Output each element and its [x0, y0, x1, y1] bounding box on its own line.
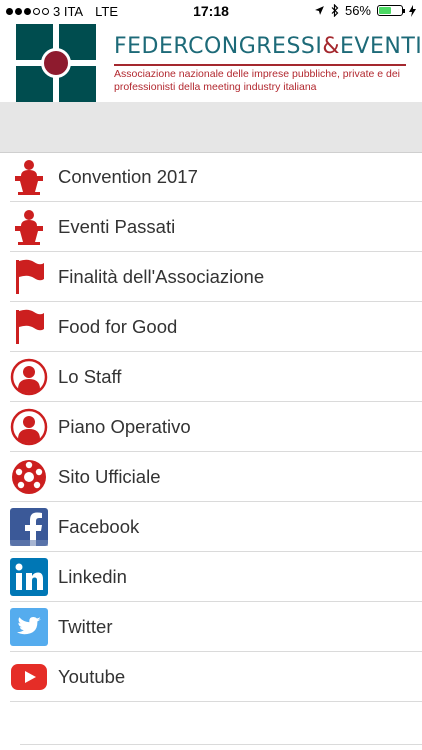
battery-percent: 56%: [344, 3, 371, 18]
menu-item-twitter[interactable]: Twitter: [10, 602, 422, 652]
bottom-divider: [20, 744, 422, 745]
flag-icon: [16, 259, 44, 294]
status-right: 56%: [314, 3, 416, 18]
section-band: [0, 102, 422, 153]
globe-icon: [12, 460, 46, 494]
charging-icon: [409, 4, 416, 17]
menu-item-eventi-passati[interactable]: Eventi Passati: [10, 202, 422, 252]
app-header: FEDERCONGRESSI&EVENTI Associazione nazio…: [0, 22, 422, 102]
menu-item-label: Finalità dell'Associazione: [58, 266, 265, 287]
linkedin-icon: [10, 558, 48, 596]
menu-item-linkedin[interactable]: Linkedin: [10, 552, 422, 602]
podium-icon: [15, 160, 43, 195]
menu-item-lo-staff[interactable]: Lo Staff: [10, 352, 422, 402]
menu-item-label: Twitter: [58, 616, 113, 637]
twitter-icon: [10, 608, 48, 646]
menu-item-piano-operativo[interactable]: Piano Operativo: [10, 402, 422, 452]
menu-item-facebook[interactable]: Facebook: [10, 502, 422, 552]
menu-item-youtube[interactable]: Youtube: [10, 652, 422, 702]
youtube-icon: [11, 664, 47, 690]
brand-divider: [114, 64, 406, 66]
status-bar: 3 ITA LTE 17:18 56%: [0, 0, 422, 22]
menu-item-label: Food for Good: [58, 316, 178, 337]
logo-icon: [16, 24, 96, 102]
menu-item-food-for-good[interactable]: Food for Good: [10, 302, 422, 352]
battery-icon: [377, 5, 405, 16]
menu-item-label: Linkedin: [58, 566, 127, 587]
main-menu: Convention 2017 Eventi Passati Finalità …: [0, 152, 422, 702]
brand-title-part1: FEDERCONGRESSI: [114, 34, 323, 59]
menu-item-label: Eventi Passati: [58, 216, 176, 237]
menu-item-label: Convention 2017: [58, 166, 198, 187]
menu-item-convention-2017[interactable]: Convention 2017: [10, 152, 422, 202]
menu-item-finalita[interactable]: Finalità dell'Associazione: [10, 252, 422, 302]
person-icon: [10, 408, 48, 446]
facebook-icon: [10, 508, 48, 546]
brand-title-part2: EVENTI: [340, 34, 422, 59]
menu-item-label: Piano Operativo: [58, 416, 191, 437]
podium-icon: [15, 210, 43, 245]
menu-item-label: Sito Ufficiale: [58, 466, 161, 487]
brand-title: FEDERCONGRESSI&EVENTI: [114, 34, 422, 59]
bluetooth-icon: [331, 4, 339, 17]
brand-title-amp: &: [322, 34, 341, 59]
brand-subtitle: Associazione nazionale delle imprese pub…: [114, 68, 401, 93]
menu-item-label: Youtube: [58, 666, 126, 687]
menu-item-label: Facebook: [58, 516, 140, 537]
flag-icon: [16, 309, 44, 344]
menu-item-label: Lo Staff: [58, 366, 122, 387]
menu-item-sito-ufficiale[interactable]: Sito Ufficiale: [10, 452, 422, 502]
location-icon: [315, 6, 324, 15]
person-icon: [10, 358, 48, 396]
